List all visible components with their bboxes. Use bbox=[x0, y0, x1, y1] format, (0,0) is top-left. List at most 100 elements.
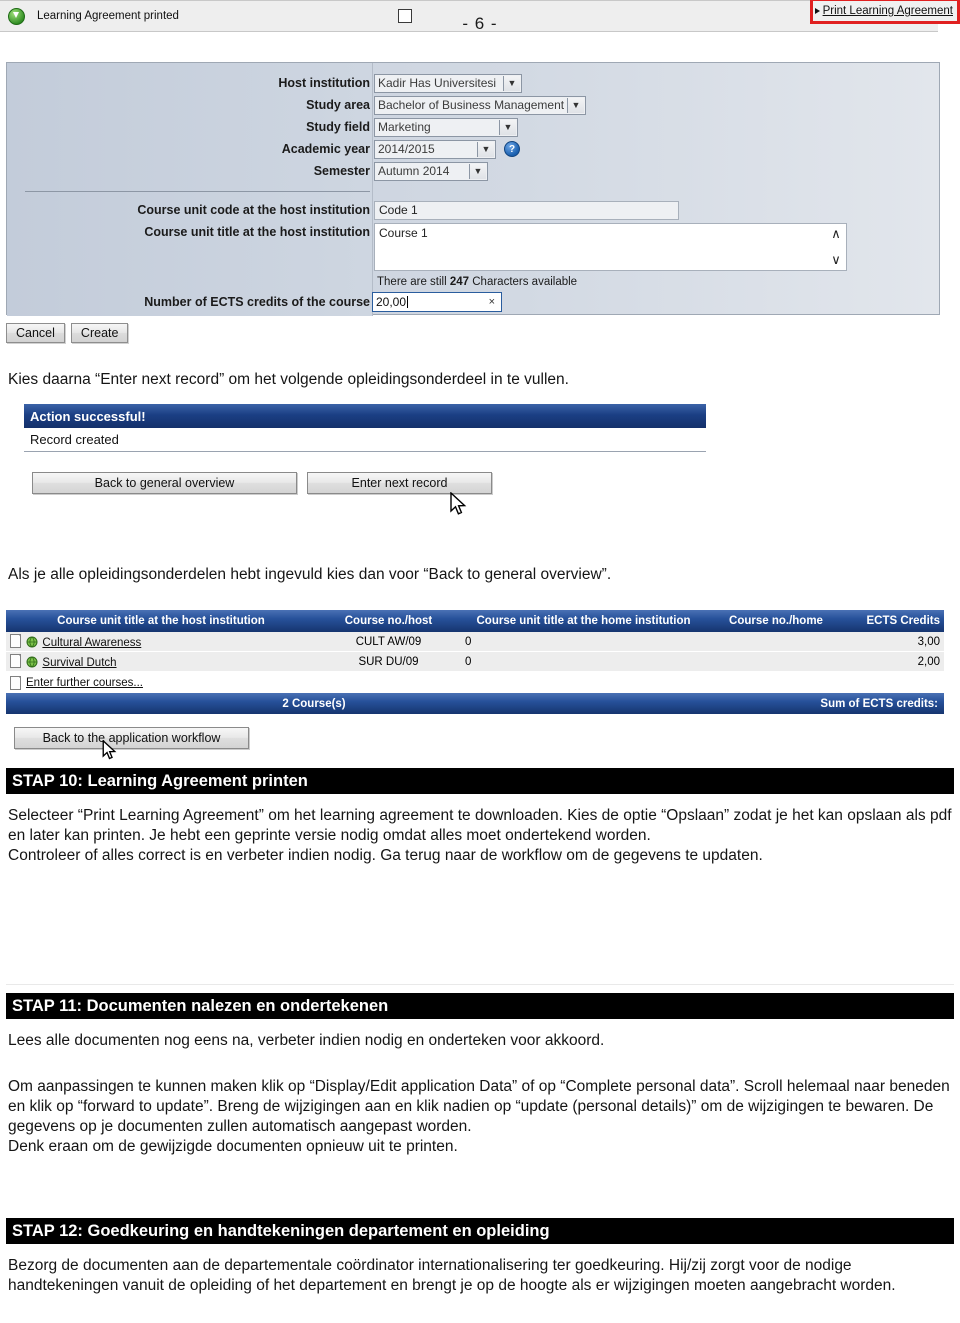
chevron-down-icon[interactable]: ▼ bbox=[477, 141, 494, 157]
cell-title-home: 0 bbox=[465, 635, 472, 648]
back-to-workflow-wrap: Back to the application workflow bbox=[14, 727, 249, 749]
course-entry-form-screenshot: Host institution Kadir Has Universitesi … bbox=[6, 62, 940, 316]
table-row[interactable]: Cultural Awareness CULT AW/09 0 3,00 bbox=[6, 632, 944, 652]
label-study-field: Study field bbox=[306, 120, 370, 134]
textarea-course-title[interactable]: Course 1 ∧ ∨ bbox=[374, 223, 847, 271]
download-arrow-icon bbox=[8, 7, 25, 25]
link-course-title-host[interactable]: Cultural Awareness bbox=[42, 637, 141, 649]
cell-ects: 2,00 bbox=[917, 655, 940, 668]
bullet-arrow-icon bbox=[814, 8, 820, 14]
character-counter-prefix: There are still bbox=[377, 276, 450, 288]
cell-title-host: Survival Dutch bbox=[6, 654, 316, 669]
print-learning-agreement-link-highlight: Print Learning Agreement bbox=[809, 0, 960, 24]
label-ects: Number of ECTS credits of the course bbox=[144, 295, 370, 309]
action-successful-buttons: Back to general overview Enter next reco… bbox=[32, 472, 492, 494]
select-study-field[interactable]: Marketing ▼ bbox=[374, 117, 518, 137]
cell-title-home: 0 bbox=[465, 655, 472, 668]
field-row-ects: Number of ECTS credits of the course 20,… bbox=[7, 292, 502, 312]
footer-sum-label: Sum of ECTS credits: bbox=[820, 697, 938, 710]
table-footer-row: 2 Course(s) Sum of ECTS credits: bbox=[6, 693, 944, 714]
character-counter-count: 247 bbox=[449, 276, 470, 288]
field-row-course-code: Course unit code at the host institution… bbox=[7, 200, 679, 220]
table-row[interactable]: Survival Dutch SUR DU/09 0 2,00 bbox=[6, 652, 944, 672]
cell-title-host: Cultural Awareness bbox=[6, 634, 316, 649]
form-action-buttons: Cancel Create bbox=[6, 323, 129, 343]
field-row-semester: Semester Autumn 2014 ▼ bbox=[7, 161, 488, 181]
stap-11-body-first: Lees alle documenten nog eens na, verbet… bbox=[8, 1032, 605, 1049]
action-successful-message: Record created bbox=[24, 428, 706, 452]
column-header-title-home: Course unit title at the home institutio… bbox=[476, 615, 691, 627]
back-to-application-workflow-button[interactable]: Back to the application workflow bbox=[14, 727, 249, 749]
input-course-code[interactable]: Code 1 bbox=[374, 200, 679, 220]
select-host-institution-value: Kadir Has Universitesi bbox=[378, 76, 497, 90]
back-to-general-overview-button[interactable]: Back to general overview bbox=[32, 472, 297, 494]
column-header-no-home: Course no./home bbox=[729, 615, 823, 627]
chevron-down-icon[interactable]: ▼ bbox=[469, 163, 486, 179]
course-overview-table-screenshot: Course unit title at the host institutio… bbox=[6, 610, 944, 760]
footer-course-count: 2 Course(s) bbox=[282, 697, 346, 710]
column-header-no-host: Course no./host bbox=[344, 615, 433, 627]
label-course-title: Course unit title at the host institutio… bbox=[144, 225, 370, 239]
scroll-up-icon[interactable]: ∧ bbox=[831, 226, 841, 242]
chevron-down-icon[interactable]: ▼ bbox=[499, 119, 516, 135]
help-icon[interactable]: ? bbox=[504, 141, 520, 157]
link-enter-further-courses[interactable]: Enter further courses... bbox=[26, 677, 143, 689]
field-row-course-title: Course unit title at the host institutio… bbox=[7, 223, 847, 273]
globe-edit-icon[interactable] bbox=[26, 636, 38, 648]
paragraph-enter-next-record: Kies daarna “Enter next record” om het v… bbox=[8, 371, 569, 388]
link-print-learning-agreement[interactable]: Print Learning Agreement bbox=[823, 5, 953, 17]
enter-next-record-button[interactable]: Enter next record bbox=[307, 472, 492, 494]
stap-12-body: Bezorg de documenten aan de departementa… bbox=[8, 1257, 896, 1294]
document-icon bbox=[10, 654, 21, 668]
action-successful-screenshot: Action successful! Record created Back t… bbox=[24, 404, 706, 515]
character-counter: There are still 247 Characters available bbox=[377, 276, 577, 288]
label-host-institution: Host institution bbox=[278, 76, 370, 90]
input-course-code-value: Code 1 bbox=[379, 203, 418, 217]
select-semester[interactable]: Autumn 2014 ▼ bbox=[374, 161, 488, 181]
section-divider bbox=[6, 984, 954, 985]
field-row-study-field: Study field Marketing ▼ bbox=[7, 117, 518, 137]
field-row-academic-year: Academic year 2014/2015 ▼ ? bbox=[7, 139, 520, 159]
stap-10-heading: STAP 10: Learning Agreement printen bbox=[6, 768, 954, 794]
field-row-study-area: Study area Bachelor of Business Manageme… bbox=[7, 95, 586, 115]
stap-10-body: Selecteer “Print Learning Agreement” om … bbox=[8, 807, 952, 864]
cancel-button[interactable]: Cancel bbox=[6, 323, 65, 343]
select-study-area[interactable]: Bachelor of Business Management ▼ bbox=[374, 95, 586, 115]
select-study-area-value: Bachelor of Business Management bbox=[378, 98, 565, 112]
scroll-down-icon[interactable]: ∨ bbox=[831, 252, 841, 268]
stap-11-body-second: Om aanpassingen te kunnen maken klik op … bbox=[8, 1078, 950, 1155]
text-caret bbox=[407, 296, 409, 308]
label-study-area: Study area bbox=[306, 98, 370, 112]
input-ects-credits[interactable]: 20,00 × bbox=[372, 292, 502, 312]
printed-checkbox[interactable] bbox=[398, 9, 412, 23]
enter-further-courses-row[interactable]: Enter further courses... bbox=[6, 672, 944, 693]
clear-icon[interactable]: × bbox=[489, 296, 495, 308]
form-divider bbox=[25, 191, 370, 192]
field-row-host-institution: Host institution Kadir Has Universitesi … bbox=[7, 73, 522, 93]
cell-no-host: CULT AW/09 bbox=[355, 635, 422, 648]
cell-no-host: SUR DU/09 bbox=[358, 655, 419, 668]
chevron-down-icon[interactable]: ▼ bbox=[567, 97, 584, 113]
select-semester-value: Autumn 2014 bbox=[378, 164, 450, 178]
create-button[interactable]: Create bbox=[70, 323, 129, 343]
select-study-field-value: Marketing bbox=[378, 120, 431, 134]
document-icon bbox=[10, 675, 21, 690]
textarea-course-title-value: Course 1 bbox=[379, 226, 428, 240]
cell-ects: 3,00 bbox=[917, 635, 940, 648]
stap-12-heading: STAP 12: Goedkeuring en handtekeningen d… bbox=[6, 1218, 954, 1244]
select-host-institution[interactable]: Kadir Has Universitesi ▼ bbox=[374, 73, 522, 93]
input-ects-credits-value: 20,00 bbox=[376, 295, 407, 309]
select-academic-year[interactable]: 2014/2015 ▼ bbox=[374, 139, 496, 159]
label-semester: Semester bbox=[313, 164, 370, 178]
character-counter-suffix: Characters available bbox=[469, 276, 578, 288]
stap-11-heading: STAP 11: Documenten nalezen en onderteke… bbox=[6, 993, 954, 1019]
link-course-title-host[interactable]: Survival Dutch bbox=[42, 657, 116, 669]
chevron-down-icon[interactable]: ▼ bbox=[503, 75, 520, 91]
globe-edit-icon[interactable] bbox=[26, 656, 38, 668]
column-header-title-host: Course unit title at the host institutio… bbox=[57, 615, 265, 627]
action-successful-title: Action successful! bbox=[24, 404, 706, 428]
column-header-ects: ECTS Credits bbox=[866, 615, 941, 627]
select-academic-year-value: 2014/2015 bbox=[378, 142, 435, 156]
table-header-row: Course unit title at the host institutio… bbox=[6, 610, 944, 632]
textarea-scrollbar[interactable]: ∧ ∨ bbox=[828, 226, 844, 268]
